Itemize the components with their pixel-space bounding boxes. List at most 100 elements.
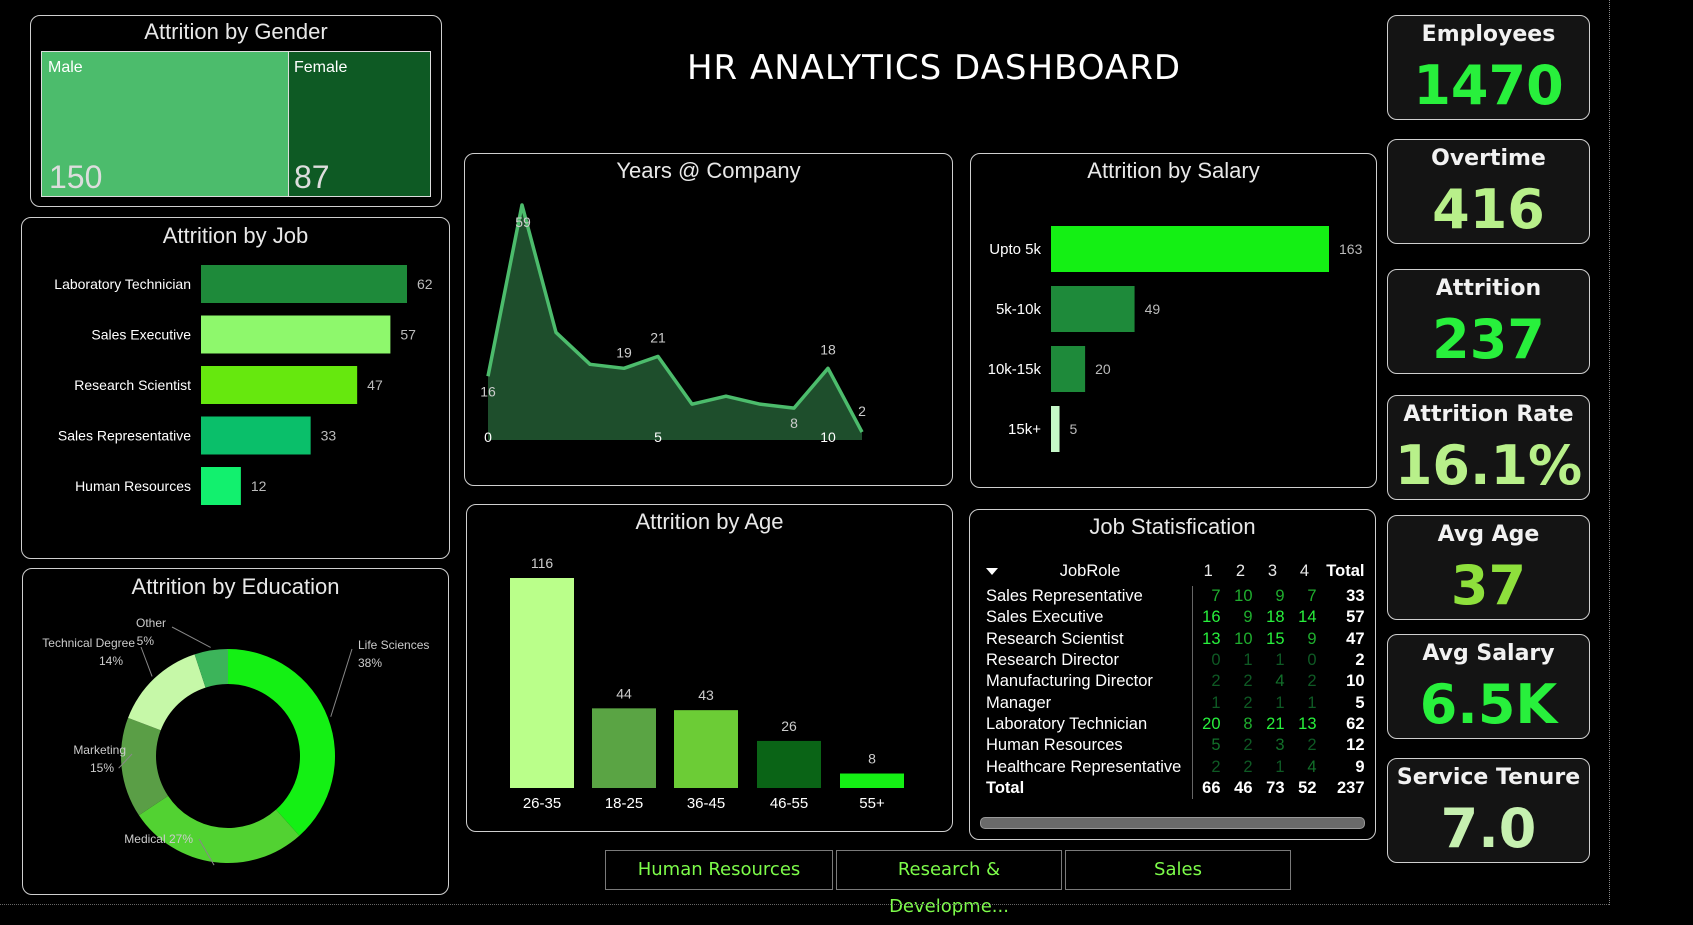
satisfaction-table-body: Sales Representative 7 10 9 7 33 Sales Executi…: [982, 586, 1369, 799]
col-header-3[interactable]: 3: [1257, 556, 1289, 586]
cell-score-4: 7: [1307, 587, 1317, 606]
col-header-jobrole[interactable]: JobRole: [982, 556, 1192, 586]
table-row[interactable]: Sales Representative 7 10 9 7 33: [982, 586, 1369, 608]
years-data-label: 18: [820, 341, 836, 357]
job-label-sales-representative: Sales Representative: [58, 428, 191, 444]
cell-score-1: 7: [1191, 586, 1225, 608]
slicer-human-resources[interactable]: Human Resources: [605, 850, 833, 890]
satisfaction-panel: Job Statisfication JobRole 1 2 3 4 Total…: [969, 509, 1376, 840]
kpi-value: 37: [1450, 554, 1527, 617]
cell-score-1: 16: [1191, 607, 1225, 629]
cell-score-2: 2: [1243, 693, 1253, 712]
age-bar-46-55[interactable]: [757, 740, 821, 788]
table-row[interactable]: Sales Executive 16 9 18 14 57: [982, 607, 1369, 629]
donut-label-life-sciences: Life Sciences: [358, 638, 429, 652]
job-bar-human-resources[interactable]: [201, 467, 241, 505]
age-bar-36-45[interactable]: [674, 710, 738, 788]
years-area: [488, 205, 862, 440]
salary-bar-15k[interactable]: [1051, 406, 1060, 452]
salary-bar-5k-10k[interactable]: [1051, 286, 1135, 332]
job-label-sales-executive: Sales Executive: [91, 327, 191, 343]
salary-bar-10k-15k[interactable]: [1051, 346, 1086, 392]
salary-label-upto-5k: Upto 5k: [989, 241, 1041, 258]
table-row[interactable]: Manufacturing Director 2 2 4 2 10: [982, 671, 1369, 693]
cell-score-3: 9: [1275, 587, 1285, 606]
table-scrollbar[interactable]: [980, 817, 1365, 829]
cell-score-4: 14: [1298, 608, 1317, 627]
kpi-label: Avg Salary: [1422, 641, 1555, 666]
cell-jobrole: Total: [986, 778, 1025, 797]
job-bar-sales-representative[interactable]: [201, 416, 311, 455]
donut-slice-medical[interactable]: [138, 795, 300, 863]
table-row[interactable]: Research Scientist 13 10 15 9 47: [982, 628, 1369, 650]
gender-title: Attrition by Gender: [144, 19, 328, 44]
cell-jobrole: Research Scientist: [986, 629, 1124, 648]
gender-treemap: Male 150 Female 87: [41, 51, 431, 197]
salary-value-15k: 5: [1070, 421, 1078, 437]
kpi-label: Employees: [1421, 22, 1556, 47]
table-row[interactable]: Manager 1 2 1 1 5: [982, 692, 1369, 714]
slicer-sales[interactable]: Sales: [1065, 850, 1291, 890]
cell-score-3: 1: [1275, 693, 1285, 712]
col-header-2[interactable]: 2: [1225, 556, 1257, 586]
col-header-total[interactable]: Total: [1321, 556, 1369, 586]
job-chart: Laboratory Technician 62 Sales Executive 57…: [54, 265, 433, 505]
col-header-4[interactable]: 4: [1289, 556, 1321, 586]
age-bar-18-25[interactable]: [592, 708, 656, 788]
job-bar-sales-executive[interactable]: [201, 315, 391, 354]
divider: [1609, 0, 1610, 905]
cell-score-1: 2: [1191, 671, 1225, 693]
table-row[interactable]: Healthcare Representative 2 2 1 4 9: [982, 756, 1369, 778]
donut-label-technical-degree: Technical Degree: [42, 636, 135, 650]
kpi-label: Service Tenure: [1396, 765, 1581, 790]
kpi-value: 6.5K: [1419, 673, 1558, 736]
salary-bar-upto-5k[interactable]: [1051, 226, 1329, 272]
cell-total: 12: [1346, 736, 1365, 755]
years-data-label: 2: [858, 403, 866, 419]
job-bar-research-scientist[interactable]: [201, 366, 358, 404]
cell-score-4: 0: [1307, 651, 1317, 670]
donut-slice-life-sciences[interactable]: [228, 649, 335, 836]
cell-jobrole: Sales Representative: [986, 587, 1143, 606]
donut-label-marketing: Marketing: [73, 743, 126, 757]
kpi-value: 416: [1432, 178, 1545, 241]
years-panel: Years @ Company 16 59 19 21 8 18 2 0 5 10: [464, 153, 953, 486]
male-label: Male: [48, 59, 83, 76]
table-row[interactable]: Research Director 0 1 1 0 2: [982, 649, 1369, 672]
job-bar-laboratory-technician[interactable]: [201, 265, 407, 303]
kpi-card-employees: Employees 1470: [1387, 15, 1590, 120]
years-x-tick: 0: [484, 429, 492, 445]
kpi-label: Avg Age: [1437, 522, 1540, 547]
donut-label-medical: Medical 27%: [124, 832, 193, 846]
cell-jobrole: Human Resources: [986, 736, 1123, 755]
donut-pct-other: 5%: [137, 634, 155, 648]
cell-score-1: 5: [1191, 735, 1225, 757]
treemap-tile-female[interactable]: Female 87: [289, 52, 430, 196]
job-label-laboratory-technician: Laboratory Technician: [54, 276, 191, 292]
donut-leader-line: [171, 626, 211, 648]
cell-total: 47: [1346, 629, 1365, 648]
kpi-value: 237: [1432, 308, 1545, 371]
kpi-value: 7.0: [1440, 797, 1537, 860]
table-total-row[interactable]: Total 66 46 73 52 237: [982, 777, 1369, 799]
cell-jobrole: Sales Executive: [986, 608, 1104, 627]
female-label: Female: [294, 59, 348, 76]
salary-label-15k: 15k+: [1008, 421, 1041, 438]
cell-score-2: 10: [1234, 587, 1253, 606]
treemap-tile-male[interactable]: Male 150: [42, 52, 289, 196]
donut-label-other: Other: [136, 616, 166, 630]
cell-score-4: 2: [1307, 736, 1317, 755]
age-bar-55[interactable]: [840, 773, 904, 788]
years-data-label: 16: [480, 383, 496, 399]
cell-score-1: 1: [1191, 692, 1225, 714]
kpi-card-overtime: Overtime 416: [1387, 139, 1590, 244]
table-row[interactable]: Human Resources 5 2 3 2 12: [982, 735, 1369, 757]
slicer-research-development[interactable]: Research & Developme...: [836, 850, 1062, 917]
cell-jobrole: Manufacturing Director: [986, 672, 1153, 691]
cell-score-1: 2: [1191, 756, 1225, 778]
col-header-1[interactable]: 1: [1192, 556, 1225, 586]
table-row[interactable]: Laboratory Technician 20 8 21 13 62: [982, 713, 1369, 736]
donut-slice-technical-degree[interactable]: [128, 654, 206, 731]
age-bar-26-35[interactable]: [510, 578, 574, 788]
cell-score-2: 2: [1243, 757, 1253, 776]
